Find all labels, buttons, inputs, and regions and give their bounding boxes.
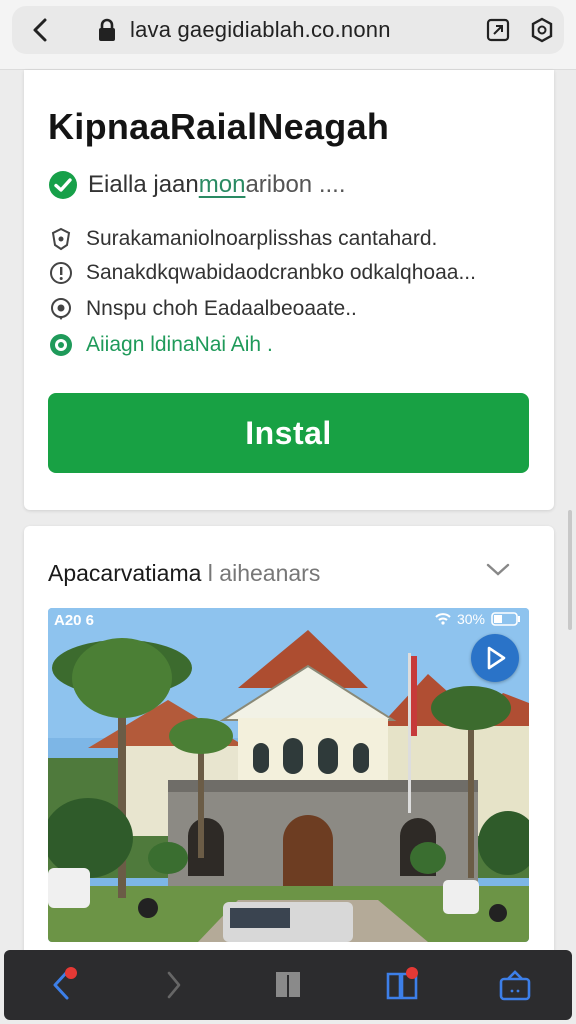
section-title-main: Apacarvatiama (48, 560, 202, 586)
verified-check-icon (49, 171, 77, 199)
browser-toolbar: lava gaegidiablah.co.nonn (0, 0, 576, 70)
screenshot-status-left: A20 6 (54, 612, 95, 629)
app-title: KipnaaRaialNeagah (48, 106, 390, 147)
verified-rest: aribon .... (245, 171, 346, 198)
nav-bookmarks-button[interactable] (372, 955, 432, 1015)
app-info-card: KipnaaRaialNeagah Eialla jaan mon aribon… (24, 70, 554, 510)
info-row-alert: Sanakdkqwabidaodcranbko odkalqhoaa... (48, 260, 476, 286)
bottom-toolbar (4, 950, 572, 1020)
tabs-icon (275, 972, 300, 997)
settings-icon[interactable] (520, 6, 564, 54)
battery-icon (491, 612, 520, 626)
back-chevron-icon[interactable] (12, 6, 68, 54)
verified-link[interactable]: mon (199, 171, 246, 199)
info-row-chat[interactable]: Aiiagn ldinaNai Aih . (48, 332, 273, 358)
alert-icon (48, 260, 74, 286)
battery-percent: 30% (456, 611, 485, 627)
share-icon (499, 970, 531, 1001)
url-text[interactable]: lava gaegidiablah.co.nonn (130, 17, 476, 43)
chat-icon (48, 332, 74, 358)
shield-icon (48, 226, 74, 252)
info-row-shield: Surakamaniolnoarplisshas cantahard. (48, 226, 437, 252)
wifi-icon (435, 613, 451, 625)
nav-tabs-button[interactable] (258, 955, 318, 1015)
info-text-2: Sanakdkqwabidaodcranbko odkalqhoaa... (86, 261, 476, 284)
scrollbar[interactable] (568, 510, 572, 630)
section-title: Apacarvatiama l aiheanars (48, 560, 320, 587)
lock-icon (98, 17, 120, 43)
chevron-down-icon[interactable] (484, 560, 512, 580)
verified-row: Eialla jaan mon aribon .... (48, 170, 346, 200)
app-screenshot-image[interactable]: A20 6 30% (48, 608, 529, 942)
building-photo (48, 608, 529, 942)
info-text-4[interactable]: Aiiagn ldinaNai Aih . (86, 333, 273, 357)
screenshots-card: Apacarvatiama l aiheanars A20 6 30% (24, 526, 554, 966)
nav-forward-button[interactable] (144, 955, 204, 1015)
bookmark-badge (405, 967, 418, 979)
nav-share-button[interactable] (485, 955, 545, 1015)
share-box-icon[interactable] (476, 6, 520, 54)
notification-badge (64, 967, 77, 979)
play-icon (487, 646, 506, 670)
play-button[interactable] (471, 634, 519, 682)
info-text-1: Surakamaniolnoarplisshas cantahard. (86, 227, 438, 250)
screenshot-status-right: 30% (435, 611, 521, 627)
verified-prefix: Eialla jaan (88, 171, 199, 198)
nav-back-button[interactable] (31, 955, 91, 1015)
info-text-3: Nnspu choh Eadaalbeoaate.. (86, 297, 357, 320)
address-bar[interactable]: lava gaegidiablah.co.nonn (12, 6, 564, 54)
section-title-dim: l aiheanars (201, 560, 321, 586)
install-button[interactable]: Instal (48, 393, 529, 473)
forward-icon (168, 971, 181, 999)
info-row-location: Nnspu choh Eadaalbeoaate.. (48, 296, 357, 322)
location-icon (48, 296, 74, 322)
